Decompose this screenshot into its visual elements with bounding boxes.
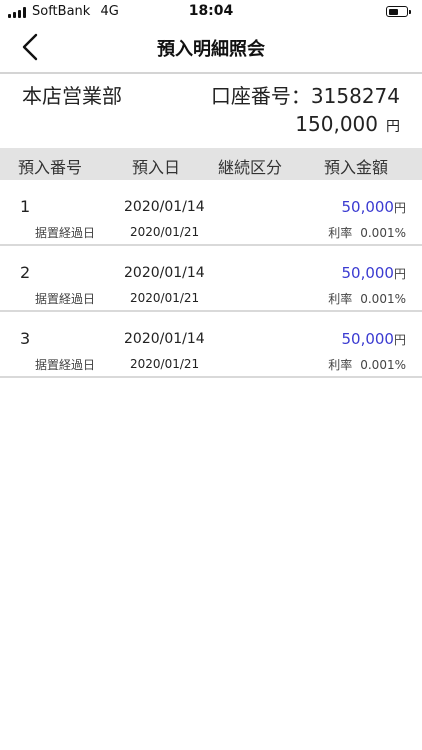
rate-label: 利率 [328, 292, 353, 306]
maturity-date: 2020/01/21 [130, 357, 200, 371]
deposit-number: 2 [20, 263, 31, 282]
deposit-number: 3 [20, 329, 31, 348]
table-row[interactable]: 3 2020/01/14 50,000円 据置経過日 2020/01/21 利率… [0, 312, 422, 378]
deposit-amount: 50,000円 [341, 330, 406, 348]
status-bar: SoftBank 4G 18:04 [0, 0, 422, 24]
balance-amount: 150,000 [295, 112, 378, 136]
deposit-date: 2020/01/14 [124, 265, 205, 281]
deposit-date: 2020/01/14 [124, 199, 205, 215]
deposit-number: 1 [20, 197, 31, 216]
battery-level [388, 8, 399, 15]
account-summary: 本店営業部 口座番号：3158274 150,000 円 [0, 74, 422, 148]
maturity-label: 据置経過日 [35, 358, 96, 372]
table-row[interactable]: 1 2020/01/14 50,000円 据置経過日 2020/01/21 利率… [0, 180, 422, 246]
balance-total: 150,000 円 [295, 112, 400, 136]
balance-unit: 円 [386, 119, 400, 135]
amount-value: 50,000 [341, 264, 394, 282]
interest-rate: 利率 0.001% [328, 224, 406, 241]
amount-value: 50,000 [341, 330, 394, 348]
branch-name: 本店営業部 [22, 84, 122, 108]
deposit-amount: 50,000円 [341, 264, 406, 282]
rate-label: 利率 [328, 226, 353, 240]
maturity-label: 据置経過日 [35, 292, 96, 306]
battery-icon [386, 6, 411, 17]
maturity-date: 2020/01/21 [130, 225, 200, 239]
rate-label: 利率 [328, 358, 353, 372]
maturity-date: 2020/01/21 [130, 291, 200, 305]
table-row[interactable]: 2 2020/01/14 50,000円 据置経過日 2020/01/21 利率… [0, 246, 422, 312]
nav-bar: 預入明細照会 [0, 24, 422, 70]
interest-rate: 利率 0.001% [328, 356, 406, 373]
page-title: 預入明細照会 [157, 39, 265, 60]
amount-unit: 円 [393, 201, 406, 215]
column-header-deposit-number: 預入番号 [18, 158, 83, 177]
amount-unit: 円 [393, 267, 406, 281]
deposit-amount: 50,000円 [341, 198, 406, 216]
rate-value: 0.001% [360, 292, 406, 306]
amount-unit: 円 [393, 333, 406, 347]
amount-value: 50,000 [341, 198, 394, 216]
interest-rate: 利率 0.001% [328, 290, 406, 307]
table-header: 預入番号 預入日 継続区分 預入金額 [0, 148, 422, 180]
maturity-label: 据置経過日 [35, 226, 96, 240]
column-header-deposit-date: 預入日 [132, 158, 181, 177]
column-header-deposit-amount: 預入金額 [324, 158, 389, 177]
account-number: 口座番号：3158274 [210, 84, 400, 108]
status-time: 18:04 [188, 3, 234, 19]
rate-value: 0.001% [360, 226, 406, 240]
column-header-renewal-type: 継続区分 [218, 158, 283, 177]
deposit-date: 2020/01/14 [124, 331, 205, 347]
rate-value: 0.001% [360, 358, 406, 372]
